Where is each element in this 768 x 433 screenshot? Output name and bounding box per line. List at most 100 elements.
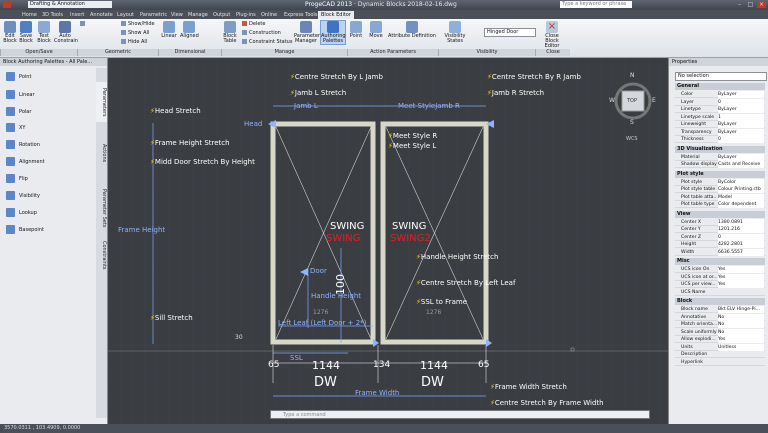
palette-item-polar[interactable]: Polar bbox=[6, 106, 31, 118]
prop-row[interactable]: Allow explodi... Yes bbox=[675, 336, 765, 343]
prop-value[interactable]: Bkt ELV Hinge-Pi... bbox=[718, 306, 764, 313]
attribute-definition-button[interactable]: Attribute Definition bbox=[388, 21, 436, 39]
palette-item-alignment[interactable]: Alignment bbox=[6, 156, 45, 168]
param-ssl[interactable]: SSL bbox=[290, 354, 303, 362]
aligned-dim-button[interactable]: Aligned bbox=[180, 21, 199, 39]
prop-row[interactable]: UCS Name bbox=[675, 289, 765, 296]
prop-row[interactable]: Thickness 0 bbox=[675, 136, 765, 143]
show-all-button[interactable]: Show All bbox=[121, 30, 149, 36]
wcs-menu[interactable]: WCS bbox=[626, 136, 638, 142]
close-block-editor-button[interactable]: × Close Block Editor bbox=[538, 21, 566, 49]
prop-section[interactable]: General bbox=[675, 83, 765, 90]
prop-row[interactable]: Color ByLayer bbox=[675, 91, 765, 98]
prop-value[interactable]: Yes bbox=[718, 273, 764, 281]
prop-value[interactable]: 4282.2801 bbox=[718, 241, 764, 248]
prop-row[interactable]: Hyperlink bbox=[675, 359, 765, 366]
param-jamb-l[interactable]: Jamb L bbox=[294, 102, 318, 110]
prop-section[interactable]: Plot style bbox=[675, 170, 765, 178]
prop-row[interactable]: Height 4282.2801 bbox=[675, 241, 765, 248]
auto-constrain-button[interactable]: Auto Constrain bbox=[54, 21, 78, 44]
save-block-button[interactable]: Save Block bbox=[18, 21, 34, 44]
prop-value[interactable]: 0 bbox=[718, 233, 764, 241]
palette-item-basepoint[interactable]: Basepoint bbox=[6, 224, 44, 236]
prop-row[interactable]: Match orienta... No bbox=[675, 321, 765, 328]
prop-row[interactable]: UCS icon at or... Yes bbox=[675, 273, 765, 281]
prop-value[interactable]: No bbox=[718, 313, 764, 321]
palette-item-xy[interactable]: XY bbox=[6, 122, 25, 134]
param-frame-width[interactable]: Frame Width bbox=[355, 389, 399, 397]
prop-row[interactable]: Plot style ByColor bbox=[675, 178, 765, 186]
workspace-combo[interactable]: Drafting & Annotation bbox=[28, 1, 112, 8]
prop-value[interactable]: 6636.5557 bbox=[718, 248, 764, 256]
prop-row[interactable]: Material ByLayer bbox=[675, 153, 765, 161]
move-button[interactable]: Move bbox=[368, 21, 384, 39]
visibility-states-button[interactable]: Visibility States bbox=[440, 21, 470, 44]
prop-row[interactable]: Plot table atta... Model bbox=[675, 193, 765, 201]
prop-row[interactable]: Linetype ByLayer bbox=[675, 106, 765, 113]
prop-value[interactable]: Yes bbox=[718, 266, 764, 273]
prop-value[interactable]: 1 bbox=[718, 113, 764, 121]
param-meet-style-jamb-r[interactable]: Meet StyleJamb R bbox=[398, 102, 460, 110]
tab-parametric[interactable]: Parametric bbox=[140, 11, 167, 19]
prop-row[interactable]: UCS per view... Yes bbox=[675, 281, 765, 288]
minimize-icon[interactable]: – bbox=[735, 1, 744, 8]
construction-button[interactable]: Construction bbox=[242, 30, 281, 36]
prop-row[interactable]: Center Z 0 bbox=[675, 233, 765, 241]
prop-row[interactable]: Shadow display Casts and Receive bbox=[675, 161, 765, 168]
hide-all-button[interactable]: Hide All bbox=[121, 39, 147, 45]
prop-value[interactable]: No bbox=[718, 321, 764, 328]
selection-select[interactable]: No selection bbox=[675, 72, 767, 81]
prop-value[interactable]: Casts and Receive bbox=[718, 161, 764, 168]
prop-section[interactable]: Misc bbox=[675, 258, 765, 265]
tab-home[interactable]: Home bbox=[22, 11, 37, 19]
block-table-button[interactable]: Block Table bbox=[222, 21, 238, 44]
prop-value[interactable]: Yes bbox=[718, 336, 764, 343]
prop-value[interactable]: ByLayer bbox=[718, 153, 764, 161]
prop-row[interactable]: Center Y 1201.216 bbox=[675, 226, 765, 233]
tab-annotate[interactable]: Annotate bbox=[90, 11, 113, 19]
prop-value[interactable]: No bbox=[718, 328, 764, 336]
tab-insert[interactable]: Insert bbox=[70, 11, 84, 19]
tab-online[interactable]: Online bbox=[261, 11, 277, 19]
palette-item-lookup[interactable]: Lookup bbox=[6, 207, 37, 219]
prop-row[interactable]: Center X 1380.0891 bbox=[675, 218, 765, 226]
prop-value[interactable]: Model bbox=[718, 193, 764, 201]
prop-row[interactable]: Block name Bkt ELV Hinge-Pi... bbox=[675, 306, 765, 313]
point-button[interactable]: Point bbox=[348, 21, 364, 39]
palette-item-point[interactable]: Point bbox=[6, 71, 31, 83]
show-hide-button[interactable]: Show/Hide bbox=[121, 21, 155, 27]
prop-value[interactable]: 0 bbox=[718, 136, 764, 143]
prop-row[interactable]: UCS icon On Yes bbox=[675, 266, 765, 273]
palette-title[interactable]: Block Authoring Palettes - All Pale... bbox=[0, 58, 107, 66]
prop-value[interactable]: Color dependent bbox=[718, 201, 764, 208]
tab-actions[interactable]: Actions bbox=[96, 138, 107, 168]
prop-value[interactable]: ByLayer bbox=[718, 91, 764, 98]
tab-output[interactable]: Output bbox=[213, 11, 230, 19]
palette-item-rotation[interactable]: Rotation bbox=[6, 139, 40, 151]
test-block-button[interactable]: Test Block bbox=[36, 21, 52, 44]
tab-3d-tools[interactable]: 3D Tools bbox=[42, 11, 63, 19]
prop-value[interactable]: ByLayer bbox=[718, 106, 764, 113]
tab-parameter-sets[interactable]: Parameter Sets bbox=[96, 178, 107, 238]
constraint-status-button[interactable]: Constraint Status bbox=[242, 39, 292, 45]
prop-value[interactable]: Unitless bbox=[718, 343, 764, 351]
drawing-canvas[interactable]: N S W E TOP WCS ⚡Centre Stretch By L Jam… bbox=[108, 58, 668, 424]
prop-row[interactable]: Plot table type Color dependent bbox=[675, 201, 765, 208]
search-input[interactable]: Type a keyword or phrase bbox=[560, 1, 632, 8]
prop-value[interactable]: ByLayer bbox=[718, 128, 764, 136]
tab-block-editor[interactable]: Block Editor bbox=[318, 11, 354, 19]
prop-row[interactable]: Lineweight ByLayer bbox=[675, 121, 765, 128]
viewcube-top[interactable]: TOP bbox=[627, 98, 637, 104]
palette-item-linear[interactable]: Linear bbox=[6, 89, 35, 101]
prop-section[interactable]: Block bbox=[675, 298, 765, 305]
tab-express-tools[interactable]: Express Tools bbox=[284, 11, 317, 19]
app-logo-icon[interactable] bbox=[3, 1, 11, 8]
prop-section[interactable]: 3D Visualization bbox=[675, 145, 765, 153]
prop-row[interactable]: Width 6636.5557 bbox=[675, 248, 765, 256]
linear-dim-button[interactable]: Linear bbox=[160, 21, 178, 39]
prop-value[interactable]: 1380.0891 bbox=[718, 218, 764, 226]
tab-layout[interactable]: Layout bbox=[117, 11, 134, 19]
param-frame-height[interactable]: Frame Height bbox=[118, 226, 165, 234]
param-left-leaf[interactable]: Left Leaf (Left Door + 2*) bbox=[278, 319, 366, 327]
maximize-icon[interactable]: □ bbox=[746, 1, 755, 8]
